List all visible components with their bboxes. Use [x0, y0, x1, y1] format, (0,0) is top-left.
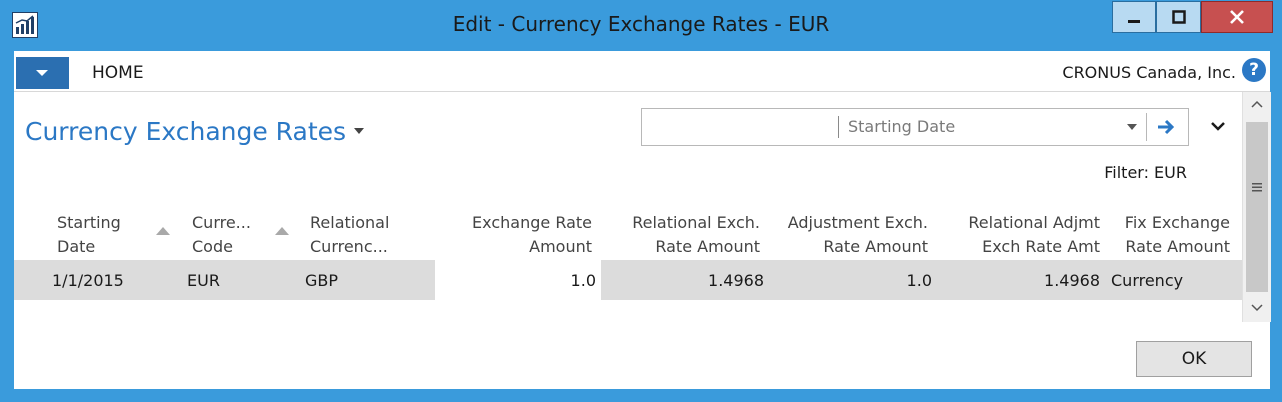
collapse-chevron-icon[interactable] [1210, 121, 1226, 131]
window-title: Edit - Currency Exchange Rates - EUR [452, 12, 830, 36]
header-line: Fix Exchange [1124, 213, 1230, 232]
column-header-adjustment-exch-rate-amount[interactable]: Adjustment Exch. Rate Amount [768, 211, 928, 259]
scrollbar-thumb[interactable] [1246, 122, 1268, 292]
scroll-down-icon[interactable] [1251, 304, 1263, 312]
sort-ascending-icon[interactable] [156, 227, 170, 235]
header-line: Amount [529, 237, 592, 256]
search-box: Starting Date [641, 108, 1189, 146]
tab-home[interactable]: HOME [92, 63, 144, 83]
header-line: Relational Exch. [632, 213, 760, 232]
header-line: Adjustment Exch. [787, 213, 928, 232]
header-line: Currenc... [310, 237, 388, 256]
column-header-starting-date[interactable]: Starting Date [57, 211, 121, 259]
close-button[interactable] [1201, 1, 1273, 33]
header-line: Rate Amount [655, 237, 760, 256]
scroll-up-icon[interactable] [1251, 100, 1263, 108]
search-divider [838, 116, 839, 138]
help-icon[interactable]: ? [1242, 58, 1266, 82]
close-icon [1230, 10, 1244, 24]
column-header-relational-exch-rate-amount[interactable]: Relational Exch. Rate Amount [610, 211, 760, 259]
arrow-right-icon[interactable] [1156, 118, 1176, 136]
column-header-relational-currency[interactable]: Relational Currenc... [310, 211, 389, 259]
header-line: Starting [57, 213, 121, 232]
column-header-exchange-rate-amount[interactable]: Exchange Rate Amount [444, 211, 592, 259]
cell-currency-code[interactable]: EUR [187, 271, 220, 290]
column-header-currency-code[interactable]: Curre... Code [192, 211, 251, 259]
maximize-button[interactable] [1156, 1, 1201, 33]
header-line: Code [192, 237, 233, 256]
title-bar: Edit - Currency Exchange Rates - EUR [0, 0, 1282, 50]
caret-down-icon[interactable] [354, 128, 364, 134]
dropdown-arrow-icon[interactable] [1126, 123, 1138, 131]
header-line: Rate Amount [1125, 237, 1230, 256]
minimize-button[interactable] [1112, 1, 1156, 33]
vertical-scrollbar[interactable] [1242, 92, 1271, 322]
ok-button[interactable]: OK [1136, 341, 1252, 377]
cell-relational-adjmt-exch-rate-amt[interactable]: 1.4968 [942, 271, 1100, 290]
cell-relational-exch-rate-amount[interactable]: 1.4968 [610, 271, 764, 290]
header-line: Date [57, 237, 96, 256]
cell-adjustment-exch-rate-amount[interactable]: 1.0 [774, 271, 932, 290]
header-line: Curre... [192, 213, 251, 232]
search-field-selector[interactable]: Starting Date [848, 117, 955, 136]
cell-fix-exchange-rate-amount[interactable]: Currency [1111, 271, 1183, 290]
grip-icon [1252, 183, 1262, 192]
page-title[interactable]: Currency Exchange Rates [25, 117, 346, 146]
header-line: Relational Adjmt [968, 213, 1100, 232]
cell-exchange-rate-amount[interactable]: 1.0 [444, 271, 596, 290]
minimize-icon [1128, 20, 1140, 23]
column-header-relational-adjmt-exch-rate-amt[interactable]: Relational Adjmt Exch Rate Amt [936, 211, 1100, 259]
header-line: Exchange Rate [472, 213, 592, 232]
ribbon: HOME CRONUS Canada, Inc. ? [14, 51, 1270, 92]
column-header-fix-exchange-rate-amount[interactable]: Fix Exchange Rate Amount [1110, 211, 1230, 259]
maximize-icon [1171, 10, 1186, 24]
window-frame: Edit - Currency Exchange Rates - EUR HOM… [0, 0, 1282, 402]
header-line: Relational [310, 213, 390, 232]
header-line: Rate Amount [823, 237, 928, 256]
company-name: CRONUS Canada, Inc. [1062, 63, 1236, 82]
header-line: Exch Rate Amt [982, 237, 1100, 256]
cell-starting-date[interactable]: 1/1/2015 [52, 271, 124, 290]
cell-relational-currency[interactable]: GBP [305, 271, 338, 290]
search-input[interactable] [644, 111, 838, 145]
application-menu-button[interactable] [16, 57, 69, 89]
chevron-down-icon [36, 70, 48, 76]
filter-label: Filter: EUR [1104, 163, 1187, 182]
search-separator [1146, 113, 1147, 141]
sort-ascending-icon[interactable] [275, 227, 289, 235]
client-area: HOME CRONUS Canada, Inc. ? Currency Exch… [14, 51, 1271, 389]
